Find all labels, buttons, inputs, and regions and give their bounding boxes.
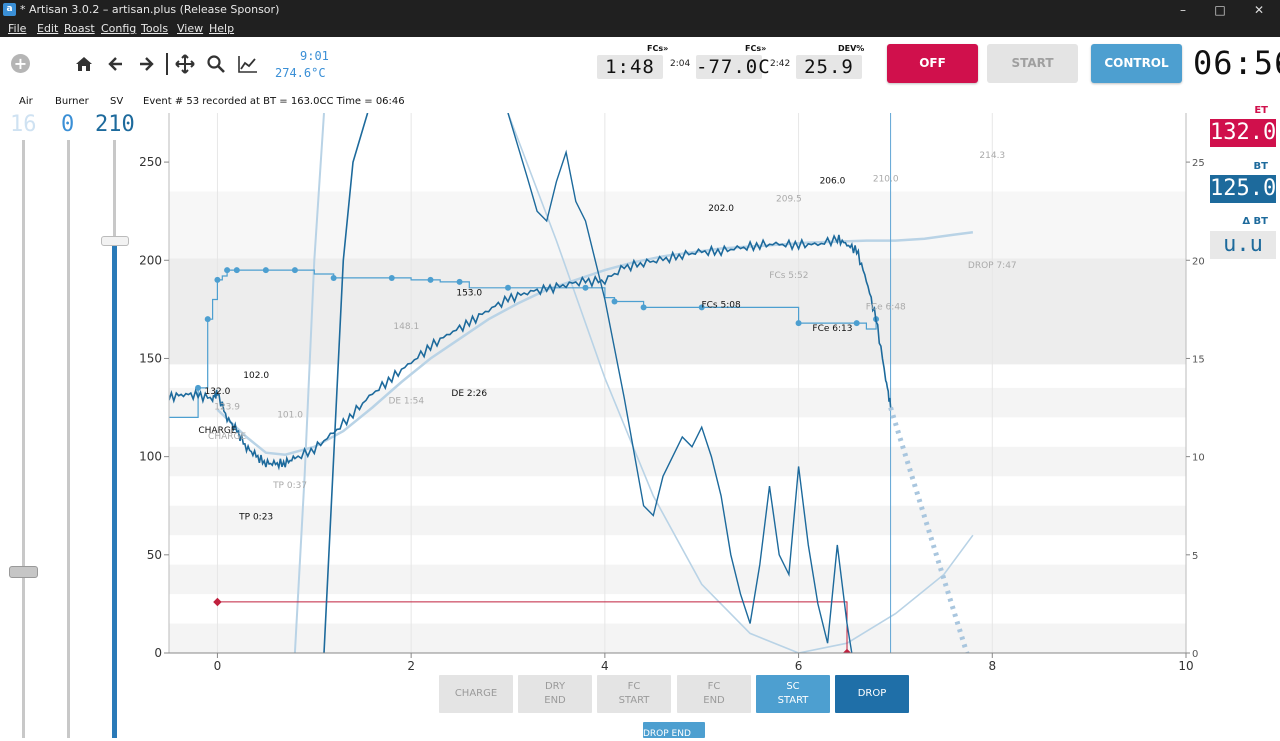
control-step-point [640, 304, 647, 311]
control-step-point [582, 284, 589, 291]
sc-start-event-button[interactable]: SC START [756, 675, 830, 713]
control-step-point [611, 298, 618, 305]
y-tick-label-left: 150 [139, 351, 162, 365]
dry-end-event-button[interactable]: DRY END [518, 675, 592, 713]
annotation-label: 148.1 [393, 322, 419, 332]
y-tick-label-right: 20 [1192, 256, 1205, 267]
fc-end-event-button[interactable]: FC END [677, 675, 751, 713]
drop-event-button[interactable]: DROP [835, 675, 909, 713]
x-tick-label: 2 [407, 659, 415, 673]
control-step-point [505, 284, 511, 291]
annotation-label: DE 1:54 [388, 397, 424, 407]
y-tick-label-left: 50 [147, 548, 162, 562]
x-tick-label: 4 [601, 659, 609, 673]
x-tick-label: 0 [214, 659, 222, 673]
control-step-point [291, 267, 298, 274]
annotation-label: 210.0 [873, 175, 899, 185]
chart-bands [169, 113, 1186, 653]
annotation-label: 101.0 [277, 410, 303, 420]
y-tick-label-left: 0 [154, 646, 162, 660]
y-tick-label-right: 0 [1192, 649, 1198, 660]
roast-chart[interactable]: 132.0 CHARGE 123.9 CHARGE 102.0 TP 0:23 101.0 T… [0, 0, 1280, 738]
annotation-label: FCs 5:52 [769, 271, 808, 281]
sc-start-label: SC START [777, 681, 809, 706]
annotation-label: TP 0:37 [272, 481, 307, 491]
annotation-label: FCe 6:13 [812, 324, 852, 334]
control-step-point [456, 278, 463, 285]
annotation-label: 123.9 [214, 403, 240, 413]
y-tick-label-right: 25 [1192, 158, 1205, 169]
y-tick-label-right: 5 [1192, 551, 1198, 562]
annotation-label: 102.0 [243, 371, 269, 381]
charge-event-button[interactable]: CHARGE [439, 675, 513, 713]
phase-band [169, 505, 1186, 536]
control-step-point [233, 267, 240, 274]
x-tick-label: 10 [1178, 659, 1193, 673]
fc-start-label: FC START [618, 681, 650, 706]
control-step-point [262, 267, 269, 274]
annotation-label: 153.0 [456, 289, 482, 299]
control-step-point [427, 276, 434, 283]
fc-start-event-button[interactable]: FC START [597, 675, 671, 713]
control-step-point [330, 274, 337, 281]
annotation-label: DROP 7:47 [968, 261, 1017, 271]
x-tick-label: 6 [795, 659, 803, 673]
y-tick-label-left: 250 [139, 155, 162, 169]
control-step-point [214, 276, 221, 283]
annotation-label: 202.0 [708, 204, 734, 214]
phase-band-upper [169, 191, 1186, 259]
control-step-point [224, 267, 231, 274]
phase-band [169, 623, 1186, 653]
annotation-label: 209.5 [776, 194, 802, 204]
annotation-label: CHARGE [208, 432, 246, 442]
annotation-label: 214.3 [979, 151, 1005, 161]
y-tick-label-right: 10 [1192, 453, 1205, 464]
annotation-label: 132.0 [205, 387, 231, 397]
annotation-label: FCe 6:48 [866, 302, 906, 312]
annotation-label: FCs 5:08 [701, 300, 740, 310]
phase-band [169, 387, 1186, 418]
dry-end-label: DRY END [544, 681, 566, 706]
control-step-point [795, 320, 802, 327]
control-step-point [388, 274, 395, 281]
fc-end-label: FC END [703, 681, 725, 706]
control-step-point [853, 320, 860, 327]
drop-end-event-button[interactable]: DROP END [643, 722, 705, 739]
annotation-label: TP 0:23 [238, 512, 273, 522]
phase-band [169, 446, 1186, 477]
y-tick-label-right: 15 [1192, 354, 1205, 365]
control-step-point [204, 316, 211, 323]
annotation-label: DE 2:26 [451, 389, 487, 399]
phase-band [169, 564, 1186, 595]
y-tick-label-left: 100 [139, 450, 162, 464]
x-tick-label: 8 [988, 659, 996, 673]
annotation-label: 206.0 [820, 177, 846, 187]
y-tick-label-left: 200 [139, 253, 162, 267]
